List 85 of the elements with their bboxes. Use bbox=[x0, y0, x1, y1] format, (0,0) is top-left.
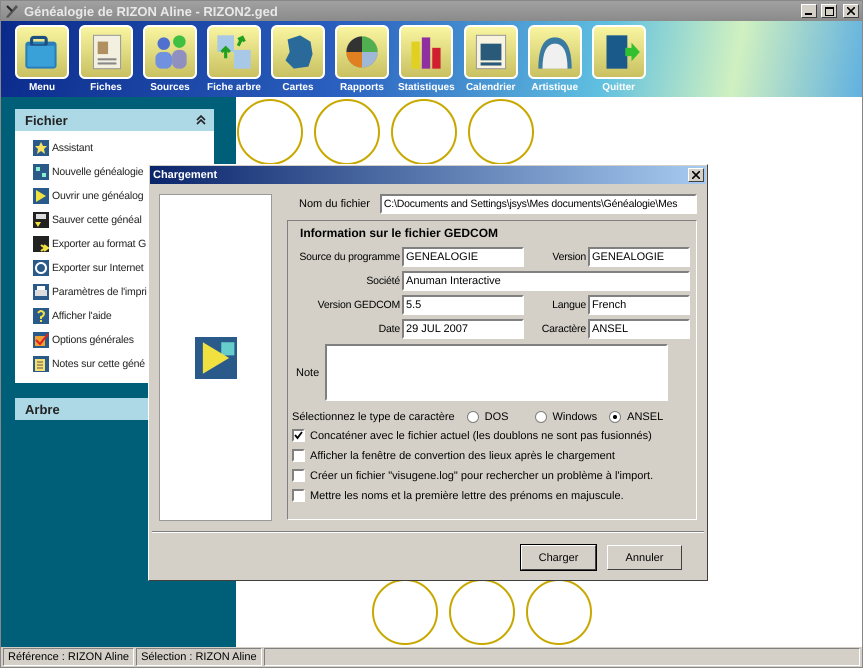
close-icon bbox=[847, 7, 855, 15]
text-field[interactable]: Anuman Interactive bbox=[402, 271, 690, 292]
panel-header[interactable]: Fichier bbox=[15, 109, 214, 131]
maximize-icon bbox=[824, 6, 834, 16]
checkbox[interactable]: Afficher la fenêtre de convertion des lieux après le chargement bbox=[292, 449, 690, 462]
calendar-icon bbox=[464, 25, 518, 79]
menu-item[interactable]: Ouvrir une généalog bbox=[33, 184, 214, 208]
dialog-button[interactable]: Charger bbox=[521, 545, 596, 570]
arch-icon bbox=[528, 25, 582, 79]
status-text: Sélection : RIZON Aline bbox=[136, 648, 262, 666]
field-label: Source du programme bbox=[298, 251, 400, 264]
field-label: Sélectionnez le type de caractère bbox=[292, 411, 455, 424]
field-label: Caractère bbox=[540, 323, 586, 336]
close-button[interactable] bbox=[843, 4, 859, 18]
field-label: Date bbox=[378, 323, 400, 336]
document-icon bbox=[79, 25, 133, 79]
checkbox[interactable]: Concaténer avec le fichier actuel (les doublons ne sont pas fusionnés) bbox=[292, 429, 690, 442]
people-icon bbox=[143, 25, 197, 79]
file-name-field[interactable]: C:\Documents and Settings\jsys\Mes documents\Généalogie\Mes bbox=[380, 194, 697, 214]
menu-item[interactable]: Exporter au format G bbox=[33, 232, 214, 256]
toolbar-button[interactable]: Rapports bbox=[334, 25, 390, 97]
status-text: Référence : RIZON Aline bbox=[3, 648, 134, 666]
field-label: Note bbox=[296, 366, 320, 379]
play-icon bbox=[194, 336, 236, 379]
menu-item[interactable]: Sauver cette généal bbox=[33, 208, 214, 232]
field-label: Société bbox=[365, 275, 400, 288]
radio-button[interactable]: ANSEL bbox=[609, 411, 664, 424]
printer-icon bbox=[33, 284, 49, 300]
toolbar-button[interactable]: Fiche arbre bbox=[206, 25, 262, 97]
panel-title: Arbre bbox=[25, 402, 60, 416]
minimize-button[interactable] bbox=[801, 4, 817, 18]
field-label: Nom du fichier bbox=[299, 198, 370, 210]
checkbox[interactable]: Créer un fichier "visugene.log" pour rechercher un problème à l'import. bbox=[292, 469, 690, 482]
text-field[interactable]: 29 JUL 2007 bbox=[402, 319, 524, 340]
close-button[interactable] bbox=[688, 168, 704, 182]
collapse-icon[interactable] bbox=[196, 115, 206, 125]
menu-item[interactable]: Assistant bbox=[33, 136, 214, 160]
text-field[interactable]: 5.5 bbox=[402, 295, 524, 316]
dialog-title: Chargement bbox=[153, 169, 218, 182]
star-icon bbox=[33, 140, 49, 156]
folder-icon bbox=[15, 25, 69, 79]
grid-icon bbox=[33, 164, 49, 180]
map-icon bbox=[271, 25, 325, 79]
notes-icon bbox=[33, 356, 49, 372]
menu-item[interactable]: Exporter sur Internet bbox=[33, 256, 214, 280]
toolbar-button[interactable]: Menu bbox=[14, 25, 70, 97]
help-icon bbox=[33, 308, 49, 324]
radio-dot[interactable] bbox=[466, 411, 479, 424]
radio-dot[interactable] bbox=[534, 411, 546, 424]
radio-button[interactable]: Windows bbox=[534, 411, 598, 424]
export-icon bbox=[33, 236, 49, 252]
checkmark-icon bbox=[294, 431, 303, 440]
toolbar-button[interactable]: Fiches bbox=[78, 25, 134, 97]
close-icon bbox=[692, 171, 700, 180]
text-field[interactable]: GENEALOGIE bbox=[588, 247, 690, 268]
maximize-button[interactable] bbox=[821, 4, 837, 18]
menu-item[interactable]: Paramètres de l'impri bbox=[33, 280, 214, 304]
field-label: Version GEDCOM bbox=[316, 299, 400, 312]
text-field[interactable]: ANSEL bbox=[588, 319, 690, 340]
toolbar-button[interactable]: Cartes bbox=[270, 25, 326, 97]
text-field[interactable]: GENEALOGIE bbox=[402, 247, 524, 268]
text-field[interactable]: French bbox=[588, 295, 690, 316]
menu-item[interactable]: Notes sur cette géné bbox=[33, 352, 214, 376]
radio-dot[interactable] bbox=[609, 411, 622, 424]
dialog-button[interactable]: Annuler bbox=[607, 545, 682, 570]
app-icon bbox=[4, 3, 20, 19]
window-title: Généalogie de RIZON Aline - RIZON2.ged bbox=[24, 4, 279, 18]
bar-chart-icon bbox=[399, 25, 454, 79]
panel-title: Fichier bbox=[25, 112, 68, 128]
checkbox[interactable]: Mettre les noms et la première lettre des prénoms en majuscule. bbox=[292, 489, 690, 502]
checkmark-icon bbox=[33, 332, 49, 348]
pie-chart-icon bbox=[335, 25, 389, 79]
floppy-icon bbox=[33, 212, 49, 228]
tree-card-icon bbox=[207, 25, 261, 79]
radio-button[interactable]: DOS bbox=[466, 411, 508, 424]
toolbar-button[interactable]: Sources bbox=[142, 25, 198, 97]
menu-item[interactable]: Afficher l'aide bbox=[33, 304, 214, 328]
play-icon bbox=[33, 188, 49, 204]
menu-item[interactable]: Options générales bbox=[33, 328, 214, 352]
group-title: Information sur le fichier GEDCOM bbox=[299, 226, 500, 240]
field-label: Version bbox=[551, 251, 586, 264]
note-field[interactable] bbox=[325, 344, 668, 402]
exit-door-icon bbox=[592, 25, 646, 79]
toolbar-button[interactable]: Statistiques bbox=[398, 25, 455, 97]
field-label: Langue bbox=[551, 299, 586, 312]
